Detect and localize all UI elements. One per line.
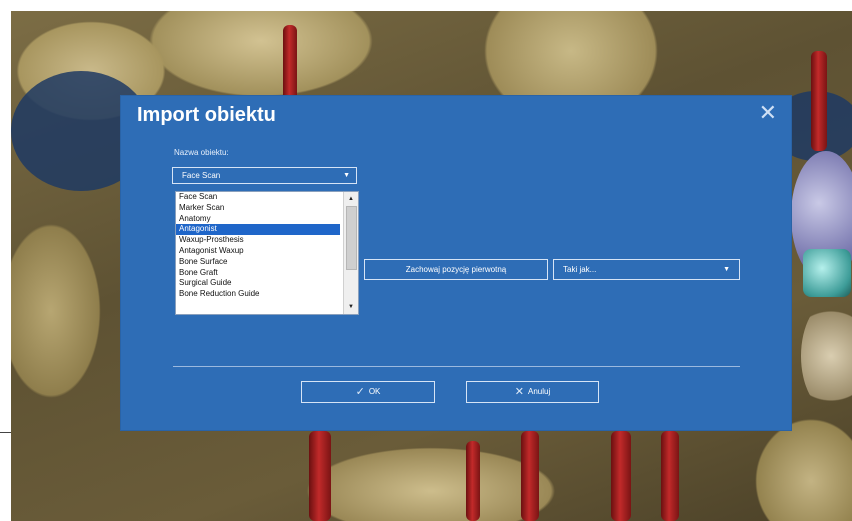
list-item[interactable]: Surgical Guide <box>176 278 340 289</box>
same-as-combo-value: Taki jak... <box>563 265 597 274</box>
keep-original-position-button[interactable]: Zachowaj pozycję pierwotną <box>364 259 548 280</box>
dropdown-arrow-icon: ▼ <box>343 172 350 179</box>
implant-rod <box>466 441 480 521</box>
close-icon[interactable]: ✕ <box>759 102 777 124</box>
list-item[interactable]: Bone Reduction Guide <box>176 289 340 300</box>
scroll-down-arrow-icon[interactable]: ▼ <box>344 301 358 313</box>
scroll-up-arrow-icon[interactable]: ▲ <box>344 193 358 205</box>
implant-cylinder <box>803 249 851 297</box>
import-object-dialog: Import obiektu ✕ Nazwa obiektu: Face Sca… <box>121 96 791 430</box>
object-name-combo-value: Face Scan <box>182 171 221 180</box>
list-item[interactable]: Waxup-Prosthesis <box>176 235 340 246</box>
bone-tissue <box>801 301 852 411</box>
list-item[interactable]: Face Scan <box>176 192 340 203</box>
object-name-dropdown-list[interactable]: Face Scan Marker Scan Anatomy Antagonist… <box>175 191 359 315</box>
ok-label: OK <box>368 387 381 396</box>
implant-rod <box>521 431 539 521</box>
list-item[interactable]: Anatomy <box>176 214 340 225</box>
list-item[interactable]: Bone Surface <box>176 257 340 268</box>
cancel-label: Anuluj <box>527 387 551 396</box>
object-name-combo[interactable]: Face Scan ▼ <box>172 167 357 184</box>
list-item[interactable]: Marker Scan <box>176 203 340 214</box>
implant-rod <box>309 431 331 521</box>
check-icon: ✓ <box>355 386 365 398</box>
implant-rod <box>811 51 827 151</box>
scroll-thumb[interactable] <box>346 206 357 270</box>
separator <box>173 366 740 367</box>
list-item[interactable]: Antagonist Waxup <box>176 246 340 257</box>
implant-rod <box>661 431 679 521</box>
ok-button[interactable]: ✓ OK <box>301 381 435 403</box>
x-icon: ✕ <box>514 386 524 398</box>
same-as-combo[interactable]: Taki jak... ▼ <box>553 259 740 280</box>
list-item[interactable]: Bone Graft <box>176 268 340 279</box>
list-scrollbar[interactable]: ▲ ▼ <box>343 192 358 314</box>
list-item-selected[interactable]: Antagonist <box>176 224 340 236</box>
cancel-button[interactable]: ✕ Anuluj <box>466 381 599 403</box>
edge-line <box>0 432 11 433</box>
implant-rod <box>611 431 631 521</box>
dialog-title: Import obiektu <box>137 104 276 126</box>
dropdown-arrow-icon: ▼ <box>723 266 730 273</box>
object-name-label: Nazwa obiektu: <box>174 148 229 157</box>
